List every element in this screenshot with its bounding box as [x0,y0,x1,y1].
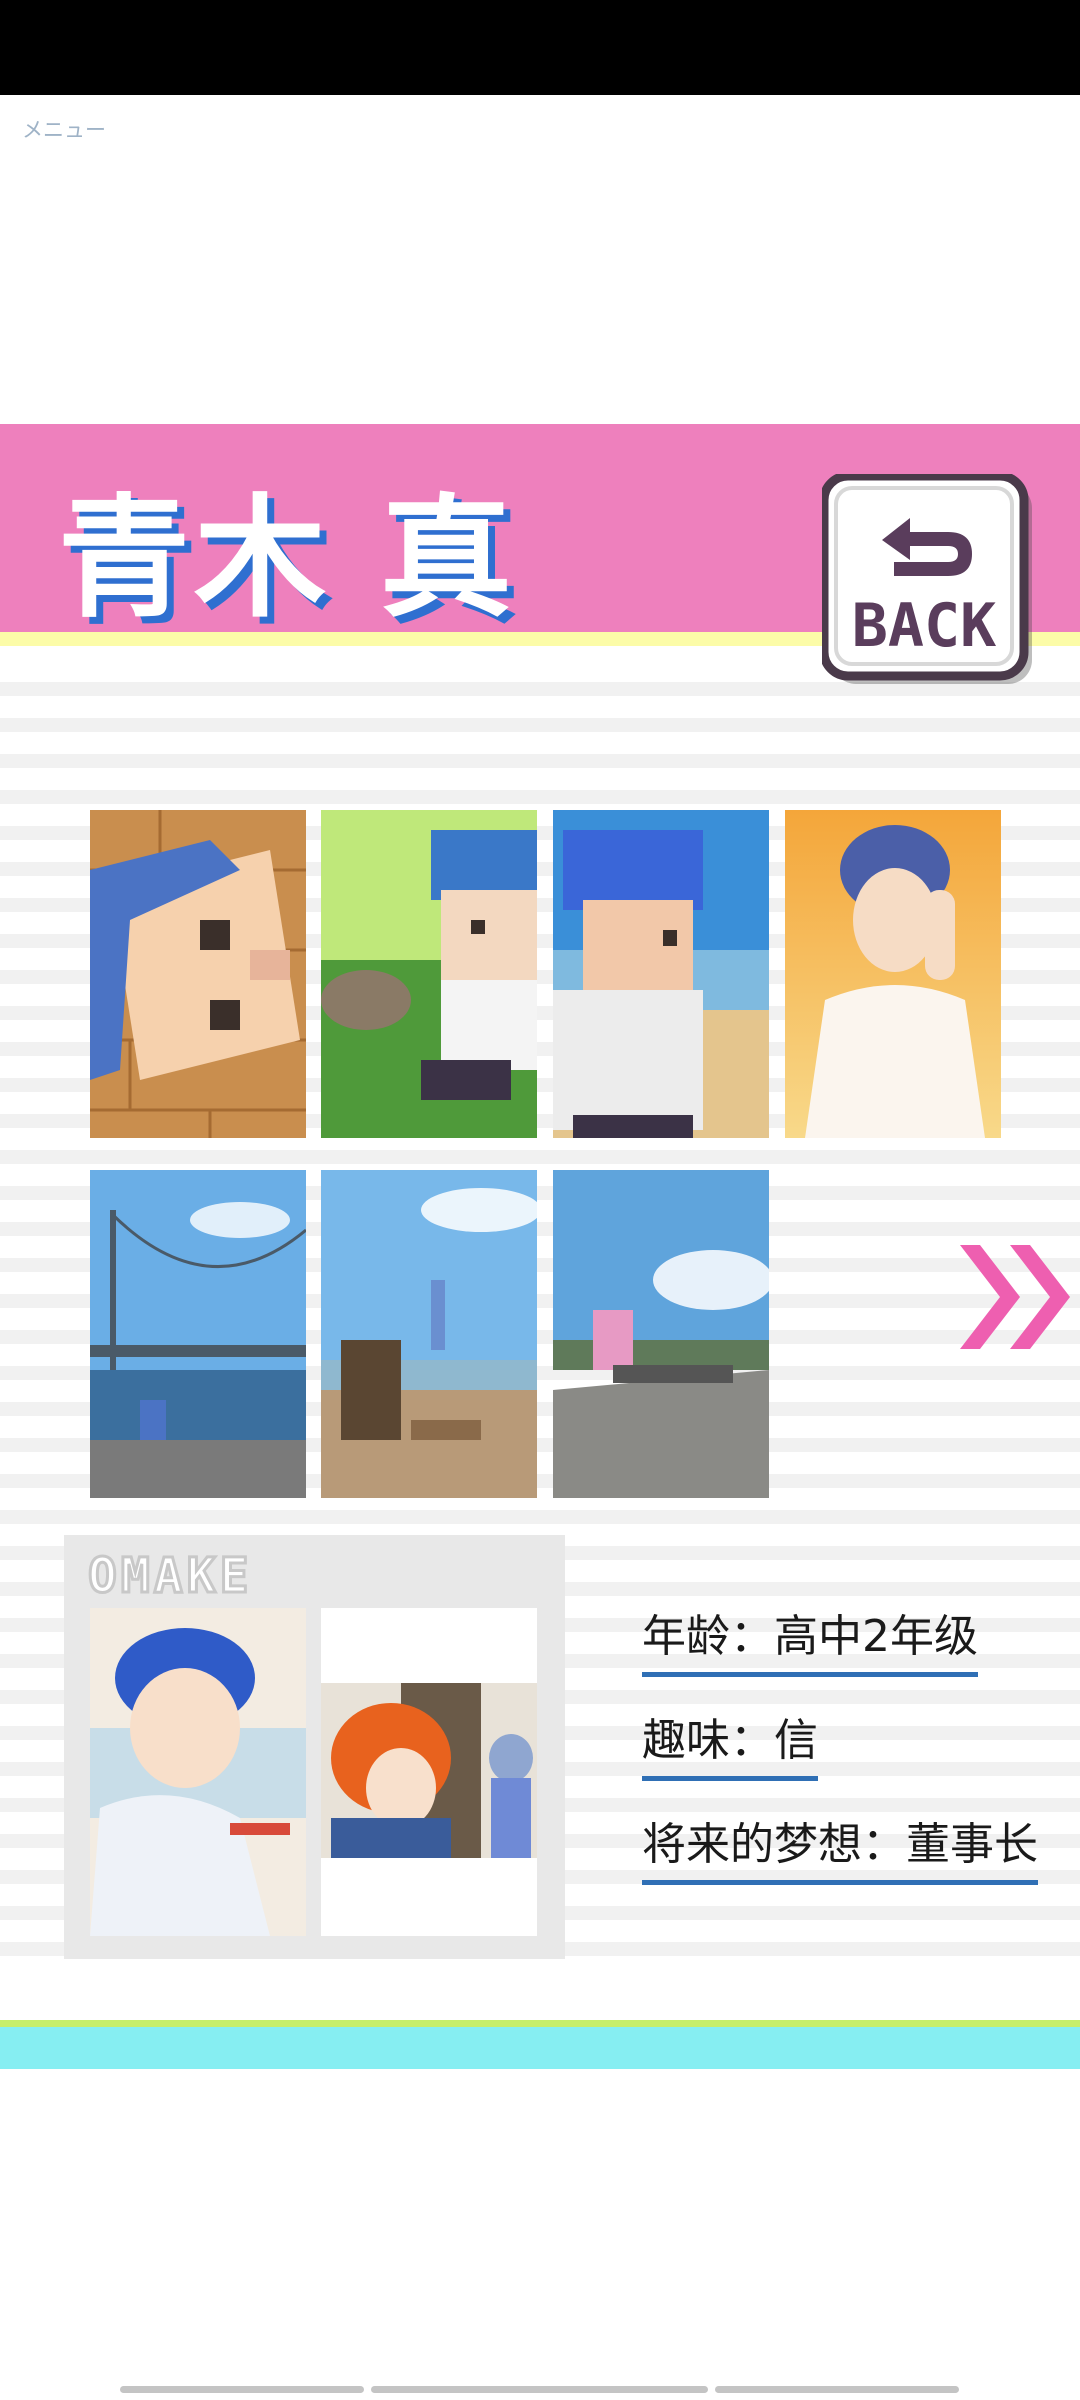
nav-indicator-center [371,2386,708,2393]
dream-info: 将来的梦想：董事长 [642,1808,1038,1885]
footer-line [0,2020,1080,2027]
omake-image-2[interactable] [321,1608,537,1936]
hobby-info: 趣味：信 [642,1704,818,1781]
character-name: 青木 真 [58,482,516,636]
back-button[interactable]: BACK [819,471,1038,690]
gallery-image-3[interactable] [553,810,769,1138]
omake-image-1[interactable] [90,1608,306,1936]
nav-indicator-right [715,2386,959,2393]
next-page-button[interactable] [958,1245,1076,1349]
menu-link[interactable]: メニュー [22,114,106,144]
gallery-image-5[interactable] [90,1170,306,1498]
footer-band [0,2027,1080,2069]
svg-text:BACK: BACK [852,591,997,661]
omake-label: OMAKE [87,1547,253,1606]
gallery-image-7[interactable] [553,1170,769,1498]
gallery-image-4[interactable] [785,810,1001,1138]
profile-page: メニュー 青木 真 BACK OMAKE 年龄：高中2年级 趣味：信 将来的梦想… [0,0,1080,2400]
gallery-image-1[interactable] [90,810,306,1138]
nav-indicator-left [120,2386,364,2393]
status-bar [0,0,1080,95]
gallery-image-6[interactable] [321,1170,537,1498]
double-chevron-right-icon [960,1245,1070,1349]
back-arrow-icon: BACK [819,471,1032,684]
gallery-image-2[interactable] [321,810,537,1138]
age-info: 年龄：高中2年级 [642,1600,978,1677]
